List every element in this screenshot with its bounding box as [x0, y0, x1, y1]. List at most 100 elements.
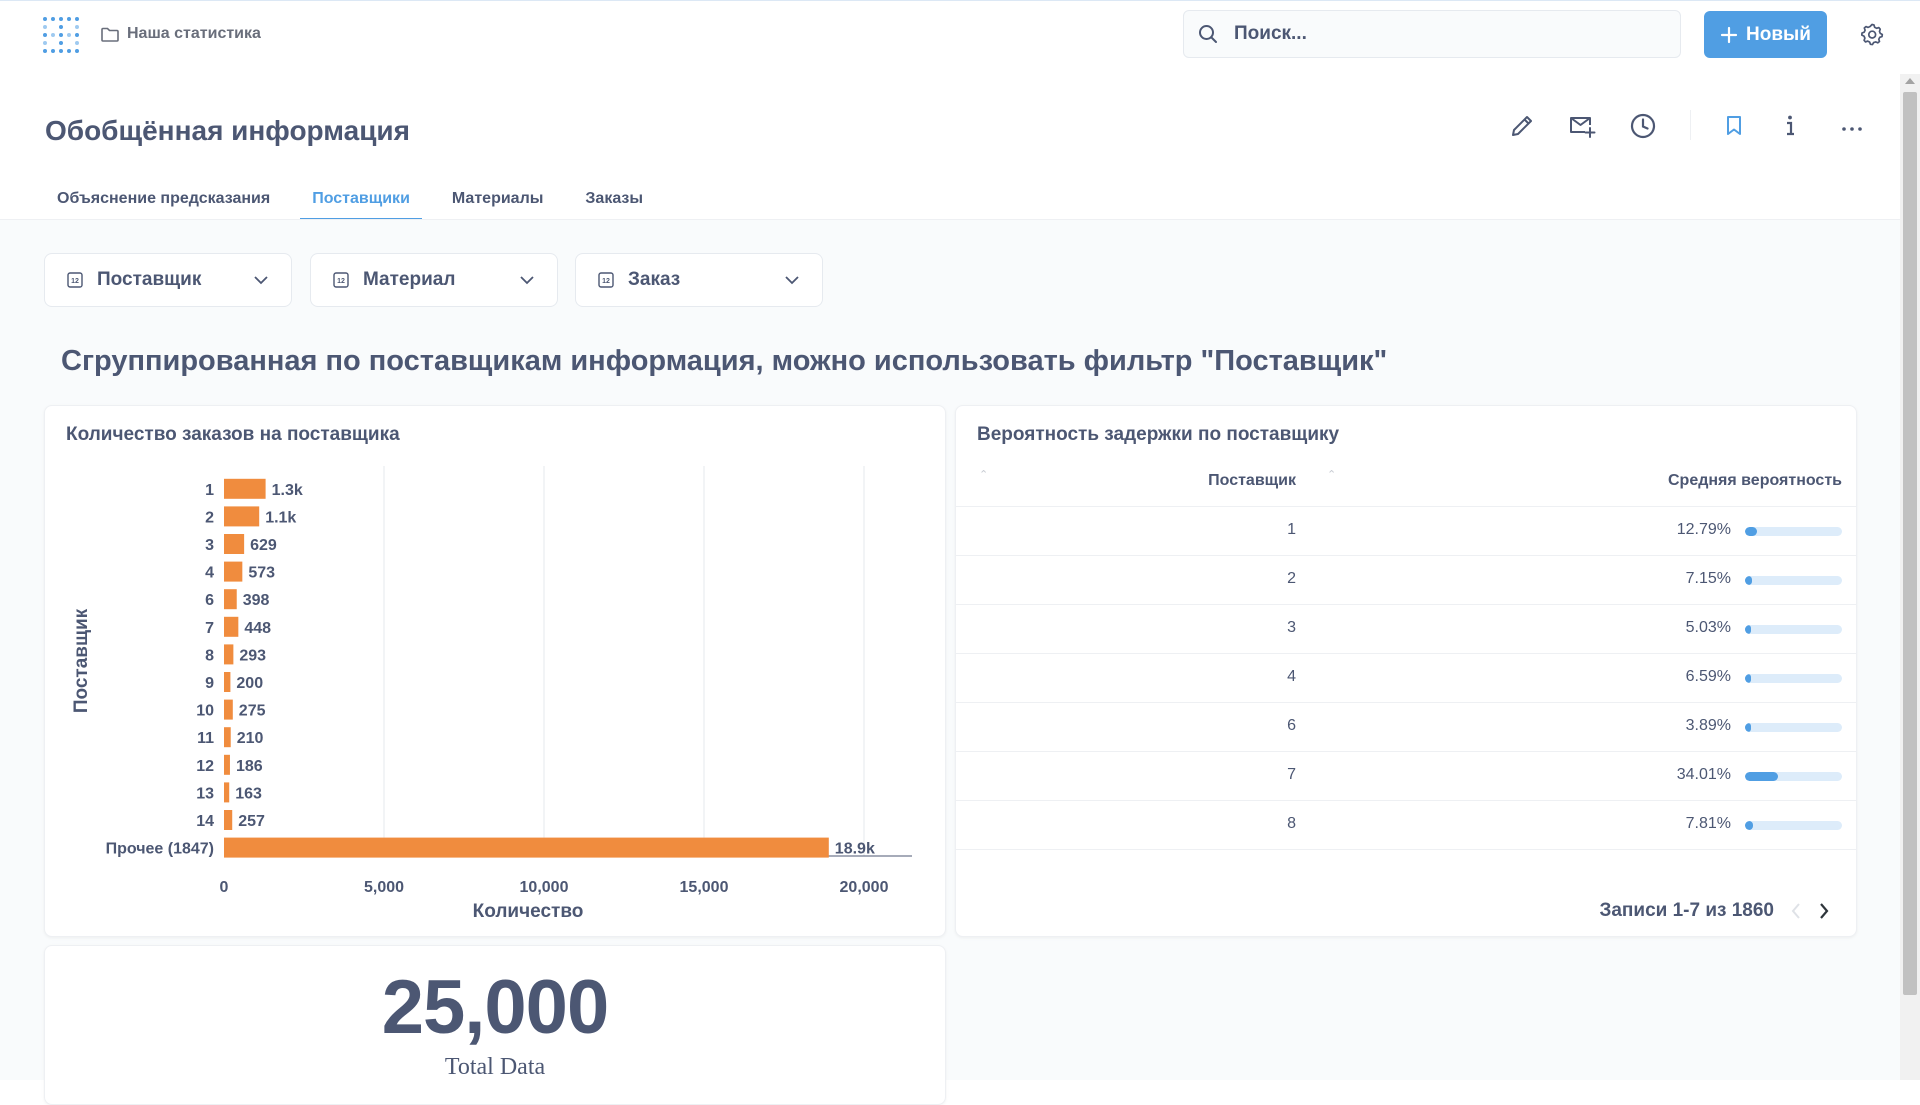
history-icon[interactable] — [1629, 111, 1657, 141]
y-tick-label: 13 — [196, 785, 214, 802]
y-tick-label: 9 — [205, 675, 214, 692]
tab-materials[interactable]: Материалы — [440, 175, 556, 220]
chevron-down-icon — [520, 276, 534, 285]
supplier-cell: 6 — [1287, 717, 1296, 734]
pencil-icon[interactable] — [1509, 111, 1535, 141]
chevron-right-icon[interactable] — [1818, 901, 1830, 921]
supplier-cell: 4 — [1287, 668, 1296, 685]
x-axis-title: Количество — [473, 901, 584, 922]
data-label: 1.1k — [265, 509, 296, 526]
breadcrumb[interactable]: Наша статистика — [101, 25, 261, 43]
y-tick-label: 7 — [205, 620, 214, 637]
more-icon[interactable] — [1840, 114, 1864, 144]
search-input[interactable] — [1232, 22, 1636, 46]
tab-suppliers[interactable]: Поставщики — [300, 175, 422, 220]
probability-cell: 12.79% — [1676, 521, 1731, 538]
scalar-label: Total Data — [444, 1054, 546, 1080]
data-label: 293 — [239, 647, 266, 664]
tab-prediction[interactable]: Объяснение предсказания — [45, 175, 282, 220]
y-tick-label: 3 — [205, 537, 214, 554]
total-scalar-card[interactable]: 25,000 Total Data — [44, 945, 946, 1105]
filter-label: Поставщик — [97, 269, 202, 290]
probability-bar — [1745, 576, 1842, 585]
gear-icon[interactable] — [1860, 22, 1884, 46]
bar — [224, 561, 243, 582]
table-row[interactable]: 7 34.01% — [956, 751, 1856, 801]
orders-chart-card[interactable]: Количество заказов на поставщика 0 5,000 1… — [44, 405, 946, 937]
filter-material[interactable]: 12 Материал — [310, 253, 558, 307]
probability-bar-fill — [1745, 625, 1751, 634]
filter-label: Заказ — [628, 269, 681, 290]
bookmark-icon[interactable] — [1725, 111, 1743, 141]
chevron-down-icon — [785, 276, 799, 285]
svg-text:12: 12 — [71, 278, 79, 285]
sort-icon[interactable]: ⌃ — [1327, 468, 1336, 481]
bar — [224, 810, 233, 830]
supplier-cell: 3 — [1287, 619, 1296, 636]
probability-cell: 6.59% — [1685, 668, 1731, 685]
probability-bar — [1745, 821, 1842, 830]
supplier-cell: 1 — [1287, 521, 1296, 538]
bar — [224, 644, 234, 665]
folder-icon — [101, 27, 119, 42]
supplier-cell: 7 — [1287, 766, 1296, 783]
bar — [224, 616, 239, 637]
y-axis-title: Поставщик — [71, 608, 92, 713]
column-header-probability[interactable]: Средняя вероятность — [1668, 472, 1842, 490]
search-bar[interactable] — [1183, 10, 1681, 58]
data-label: 1.3k — [272, 482, 303, 499]
table-row[interactable]: 8 7.81% — [956, 800, 1856, 850]
subscription-icon[interactable] — [1568, 111, 1596, 141]
filter-supplier[interactable]: 12 Поставщик — [44, 253, 292, 307]
data-label: 210 — [237, 730, 264, 747]
page-title: Обобщённая информация — [45, 115, 410, 146]
probability-bar — [1745, 527, 1842, 536]
bar — [224, 506, 260, 527]
search-icon — [1199, 25, 1217, 43]
y-tick-label: 11 — [197, 730, 214, 747]
table-row[interactable]: 3 5.03% — [956, 604, 1856, 654]
pagination-label: Записи 1-7 из 1860 — [1599, 900, 1774, 921]
column-header-supplier[interactable]: Поставщик — [1208, 472, 1296, 490]
number-filter-icon: 12 — [333, 272, 349, 288]
probability-bar-fill — [1745, 821, 1753, 830]
probability-cell: 34.01% — [1676, 766, 1731, 783]
table-row[interactable]: 4 6.59% — [956, 653, 1856, 703]
logo[interactable] — [43, 17, 79, 53]
orders-bar-chart: 0 5,000 10,000 15,000 20,000 1 1.3k 2 1.1k 3 629 4 5… — [71, 466, 912, 922]
delay-table-card[interactable]: Вероятность задержки по поставщику ⌃ Пос… — [955, 405, 1857, 937]
data-label: 573 — [248, 565, 275, 582]
bar — [224, 534, 245, 554]
table-row[interactable]: 1 12.79% — [956, 506, 1856, 556]
y-tick-label: 8 — [205, 647, 214, 664]
info-icon[interactable] — [1783, 111, 1797, 141]
plus-icon — [1720, 26, 1738, 43]
probability-bar-fill — [1745, 674, 1752, 683]
bar — [224, 782, 230, 803]
probability-bar-fill — [1745, 772, 1778, 781]
scroll-up-arrow[interactable] — [1905, 78, 1915, 84]
sort-icon[interactable]: ⌃ — [979, 468, 988, 481]
x-tick-label: 20,000 — [840, 879, 889, 896]
probability-cell: 7.81% — [1685, 815, 1731, 832]
probability-bar — [1745, 674, 1842, 683]
data-label: 275 — [239, 703, 266, 720]
y-tick-label: 4 — [205, 565, 214, 582]
data-label: 186 — [236, 758, 263, 775]
table-row[interactable]: 2 7.15% — [956, 555, 1856, 605]
y-tick-label: 10 — [196, 703, 214, 720]
data-label: 257 — [238, 813, 265, 830]
tab-bar: Объяснение предсказания Поставщики Матер… — [45, 175, 673, 220]
bar — [224, 837, 829, 858]
scrollbar-thumb[interactable] — [1903, 92, 1917, 995]
y-tick-label: 2 — [205, 509, 214, 526]
probability-cell: 5.03% — [1685, 619, 1731, 636]
svg-text:12: 12 — [337, 278, 345, 285]
probability-bar — [1745, 772, 1842, 781]
new-button[interactable]: Новый — [1704, 11, 1827, 58]
tab-orders[interactable]: Заказы — [573, 175, 655, 220]
chevron-left-icon[interactable] — [1790, 901, 1802, 921]
filter-order[interactable]: 12 Заказ — [575, 253, 823, 307]
table-row[interactable]: 6 3.89% — [956, 702, 1856, 752]
bar — [224, 672, 231, 692]
